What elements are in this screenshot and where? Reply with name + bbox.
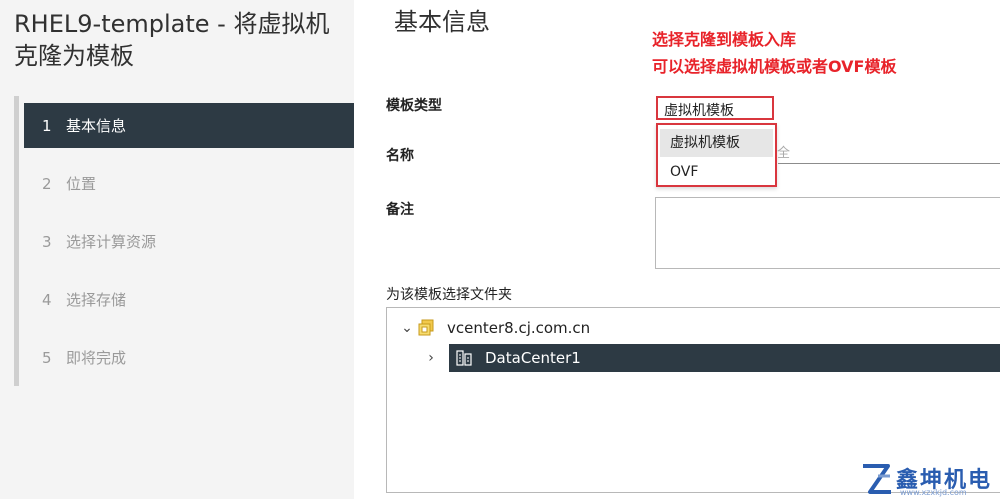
chevron-right-icon[interactable]: ›	[421, 344, 441, 372]
name-input[interactable]	[778, 139, 1000, 164]
step-number: 4	[42, 290, 52, 309]
chevron-down-icon[interactable]: ⌄	[397, 320, 417, 336]
folder-label: 为该模板选择文件夹	[386, 287, 512, 303]
watermark-logo-icon	[863, 464, 891, 494]
annotation-line-2: 可以选择虚拟机模板或者OVF模板	[652, 57, 897, 76]
wizard-step-basic-info[interactable]: 1 基本信息	[24, 103, 354, 148]
wizard-step-location[interactable]: 2 位置	[24, 161, 354, 206]
notes-textarea[interactable]	[655, 197, 1000, 269]
template-type-label: 模板类型	[386, 98, 442, 114]
step-number: 1	[42, 116, 52, 135]
tree-node-datacenter[interactable]: DataCenter1	[449, 344, 1000, 372]
annotation-line-1: 选择克隆到模板入库	[652, 30, 797, 49]
watermark-url: www.xzxkjd.com	[900, 488, 967, 497]
wizard-step-ready-to-complete[interactable]: 5 即将完成	[24, 335, 354, 380]
template-type-select[interactable]: 虚拟机模板	[656, 96, 774, 120]
step-label: 基本信息	[66, 117, 127, 135]
tree-node-label: vcenter8.cj.com.cn	[447, 319, 591, 337]
watermark: 鑫坤机电 www.xzxkjd.com	[860, 460, 1000, 499]
tree-node-label: DataCenter1	[485, 349, 581, 367]
dialog-title: RHEL9-template - 将虚拟机克隆为模板	[14, 10, 330, 70]
wizard-sidebar: RHEL9-template - 将虚拟机克隆为模板 1 基本信息 2 位置 3…	[0, 0, 354, 499]
wizard-step-compute-resource[interactable]: 3 选择计算资源	[24, 219, 354, 264]
step-number: 5	[42, 348, 52, 367]
dropdown-option-ovf[interactable]: OVF	[660, 158, 773, 186]
step-number: 2	[42, 174, 52, 193]
section-title: 基本信息	[394, 8, 490, 36]
step-number: 3	[42, 232, 52, 251]
template-type-dropdown: 虚拟机模板 OVF	[656, 123, 777, 187]
notes-label: 备注	[386, 202, 414, 218]
dropdown-option-vm-template[interactable]: 虚拟机模板	[660, 129, 773, 157]
step-label: 选择存储	[66, 291, 127, 309]
template-type-value: 虚拟机模板	[664, 103, 734, 119]
step-label: 即将完成	[66, 349, 127, 367]
vcenter-icon	[417, 319, 437, 337]
step-label: 位置	[66, 175, 97, 193]
step-label: 选择计算资源	[66, 233, 157, 251]
wizard-step-storage[interactable]: 4 选择存储	[24, 277, 354, 322]
datacenter-icon	[455, 349, 473, 367]
tree-node-datacenter-row: › DataCenter1	[421, 344, 1000, 372]
tree-node-vcenter[interactable]: ⌄ vcenter8.cj.com.cn	[397, 316, 590, 340]
step-rail	[14, 96, 19, 386]
name-label: 名称	[386, 148, 414, 164]
